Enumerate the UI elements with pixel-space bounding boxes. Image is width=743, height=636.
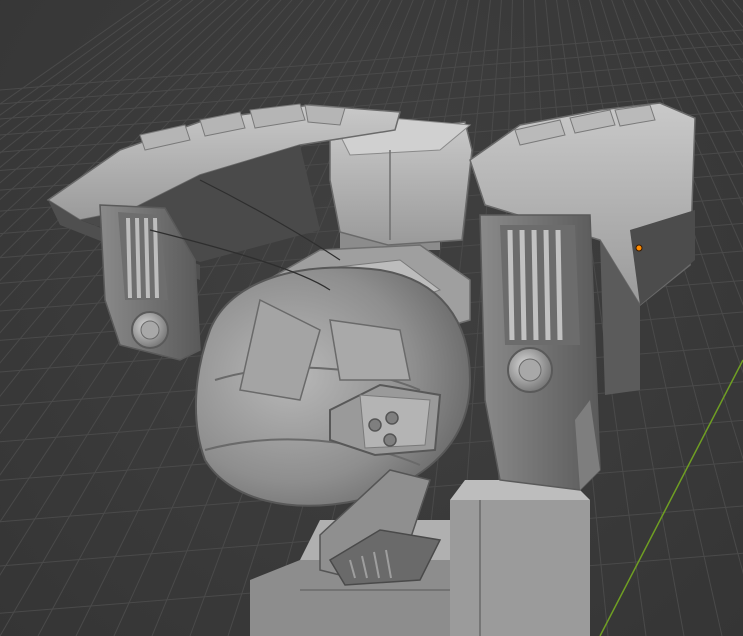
right-side-vent-panel [479,214,601,491]
3d-viewport[interactable] [0,0,743,636]
viewport-canvas[interactable] [0,0,743,636]
object-origin-dot [635,244,643,252]
mech-torso-mesh[interactable] [46,102,696,636]
neck-column [329,117,473,250]
head-dome [194,266,472,507]
y-axis-line [599,359,743,636]
